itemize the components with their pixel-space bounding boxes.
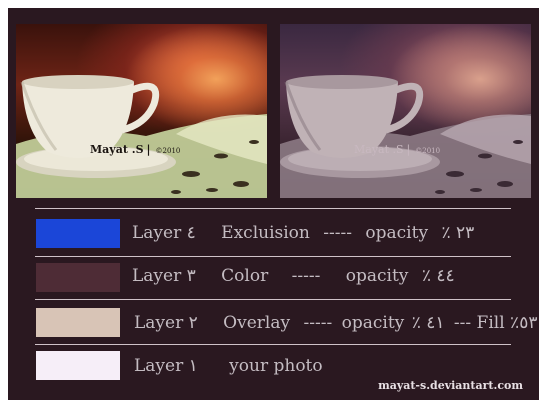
divider xyxy=(35,299,511,300)
tutorial-frame: Mayat .S | ©2010 Mayat .S | ©2010 Layer ٤ xyxy=(8,8,539,400)
divider xyxy=(35,256,511,257)
layer-name: Layer ١ xyxy=(134,356,198,376)
teacup-illustration xyxy=(16,75,267,198)
layer-2-swatch xyxy=(36,308,120,337)
divider xyxy=(35,344,511,345)
opacity-value: ٪ ٢٣ xyxy=(441,223,475,243)
credit-name: Mayat .S xyxy=(90,143,144,156)
layer-name: Layer ٢ xyxy=(134,313,198,333)
credit-year: ©2010 xyxy=(155,147,181,155)
credit-separator: | xyxy=(146,143,151,156)
separator: ----- xyxy=(323,223,352,243)
credit-year: ©2010 xyxy=(415,147,441,155)
layer-name: Layer ٣ xyxy=(132,266,196,286)
teacup-illustration-edited xyxy=(280,75,531,198)
opacity-value: ٪ ٤٤ xyxy=(421,266,455,286)
opacity-value: ٪ ٤١ xyxy=(411,313,445,333)
opacity-label: opacity xyxy=(345,266,409,286)
separator: ----- xyxy=(303,313,333,333)
photo-credit: Mayat .S | ©2010 xyxy=(90,143,180,156)
layer-4-swatch xyxy=(36,219,120,248)
fill-value: --- Fill ٪٥٣ xyxy=(453,313,538,333)
blend-mode: Excluision xyxy=(221,223,310,243)
layer-1-swatch xyxy=(36,351,120,380)
separator: ----- xyxy=(291,266,321,286)
blend-mode: Color xyxy=(221,266,269,286)
credit-separator: | xyxy=(406,143,411,156)
credit-name: Mayat .S xyxy=(354,143,404,156)
layer-name: Layer ٤ xyxy=(132,223,196,243)
layer-3-swatch xyxy=(36,263,120,292)
website-credit: mayat-s.deviantart.com xyxy=(378,379,523,392)
photo-credit: Mayat .S | ©2010 xyxy=(354,143,440,156)
layer-4-row: Layer ٤ Excluision ----- opacity ٪ ٢٣ xyxy=(132,223,474,243)
opacity-label: opacity xyxy=(341,313,405,333)
layer-2-row: Layer ٢ Overlay ----- opacity ٪ ٤١ --- F… xyxy=(134,313,537,333)
divider xyxy=(35,208,511,209)
opacity-label: opacity xyxy=(365,223,429,243)
layer-3-row: Layer ٣ Color ----- opacity ٪ ٤٤ xyxy=(132,266,455,286)
original-photo: Mayat .S | ©2010 xyxy=(16,24,267,198)
layer-1-row: Layer ١ your photo xyxy=(134,356,323,376)
edited-photo: Mayat .S | ©2010 xyxy=(280,24,531,198)
blend-mode: your photo xyxy=(229,356,323,376)
blend-mode: Overlay xyxy=(223,313,291,333)
